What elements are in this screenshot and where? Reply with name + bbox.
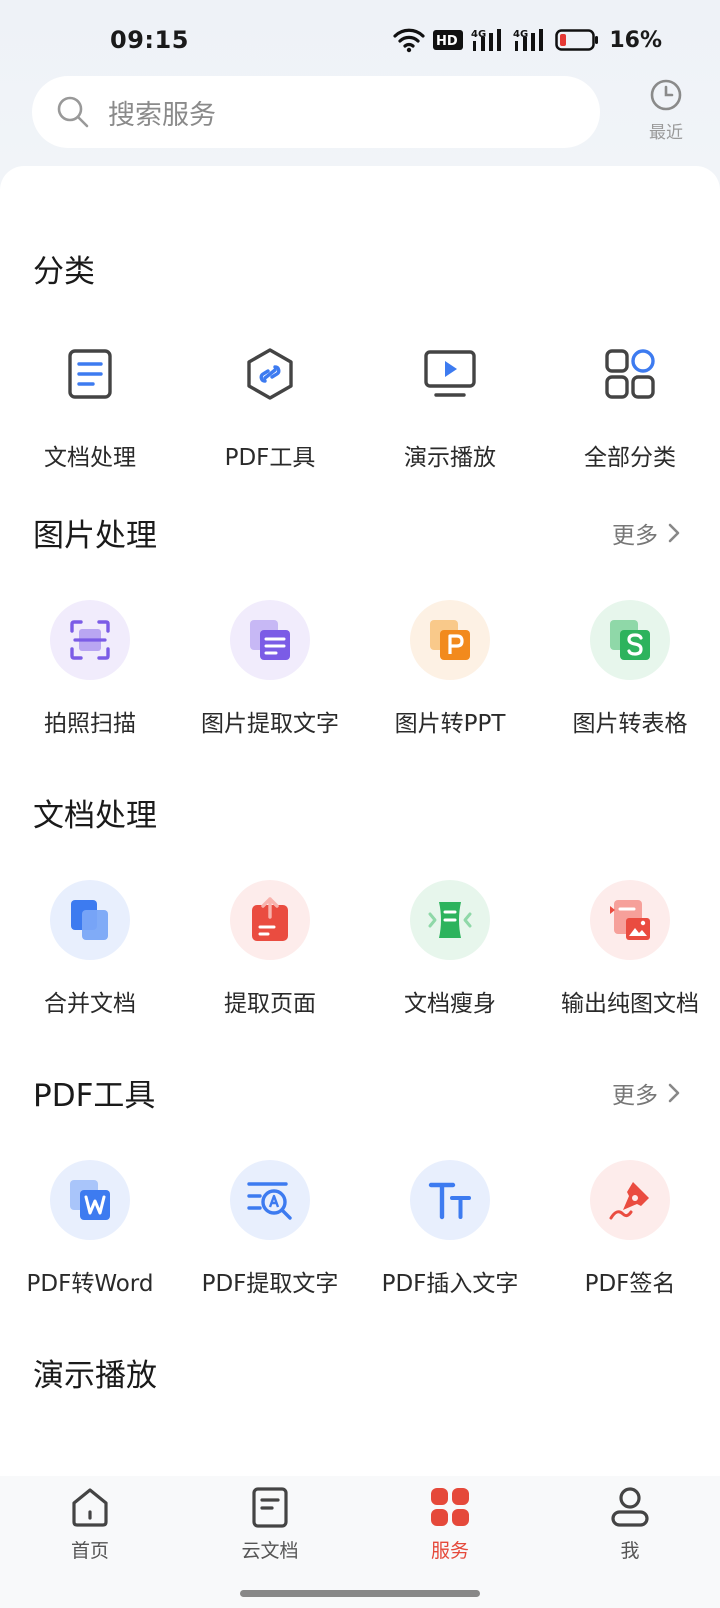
nav-cloud-docs[interactable]: 云文档	[210, 1486, 330, 1563]
tool-output-image-doc[interactable]: 输出纯图文档	[540, 880, 720, 1018]
hd-icon: HD	[433, 30, 464, 50]
category-item-all[interactable]: 全部分类	[540, 334, 720, 472]
document-processing-grid: 合并文档 提取页面 文档瘦身 输出纯图文档	[0, 880, 720, 1018]
svg-text:HD: HD	[436, 34, 458, 49]
search-input[interactable]: 搜索服务	[32, 76, 600, 148]
more-label: 更多	[612, 523, 658, 549]
image-sheet-icon	[590, 600, 670, 680]
item-label: 提取页面	[224, 991, 316, 1017]
section-title-presentation: 演示播放	[33, 1358, 157, 1394]
battery-icon	[555, 29, 599, 51]
tool-merge-docs[interactable]: 合并文档	[0, 880, 180, 1018]
tool-extract-page[interactable]: 提取页面	[180, 880, 360, 1018]
item-label: 全部分类	[584, 445, 676, 471]
pdf-insert-text-icon	[410, 1160, 490, 1240]
tool-image-to-sheet[interactable]: 图片转表格	[540, 600, 720, 738]
category-item-presentation[interactable]: 演示播放	[360, 334, 540, 472]
more-link-image-processing[interactable]: 更多	[612, 516, 680, 550]
item-label: 拍照扫描	[44, 711, 136, 737]
home-indicator[interactable]	[240, 1590, 480, 1597]
image-text-icon	[230, 600, 310, 680]
wifi-icon	[393, 28, 425, 53]
nav-label: 云文档	[241, 1540, 299, 1562]
nav-home[interactable]: 首页	[30, 1486, 150, 1563]
item-label: PDF签名	[584, 1271, 676, 1297]
image-doc-icon	[590, 880, 670, 960]
tool-pdf-to-word[interactable]: PDF转Word	[0, 1160, 180, 1298]
tool-pdf-insert-text[interactable]: PDF插入文字	[360, 1160, 540, 1298]
status-bar: 09:15 HD 4G 4G 16%	[0, 0, 720, 76]
section-title-document-processing: 文档处理	[33, 798, 157, 834]
bottom-nav: 首页 云文档 服务 我	[0, 1476, 720, 1608]
grid-icon	[590, 334, 670, 414]
search-placeholder: 搜索服务	[108, 99, 216, 131]
nav-profile[interactable]: 我	[570, 1486, 690, 1563]
nav-label: 服务	[430, 1540, 469, 1562]
presentation-icon	[410, 334, 490, 414]
clock-icon	[650, 79, 682, 111]
item-label: 图片转PPT	[394, 711, 506, 737]
pdf-sign-icon	[590, 1160, 670, 1240]
category-item-pdf-tools[interactable]: PDF工具	[180, 334, 360, 472]
tool-photo-scan[interactable]: 拍照扫描	[0, 600, 180, 738]
image-processing-grid: 拍照扫描 图片提取文字 图片转PPT 图片转表格	[0, 600, 720, 738]
nav-label: 首页	[70, 1540, 109, 1562]
item-label: 文档处理	[44, 445, 136, 471]
pdf-hexagon-icon	[230, 334, 310, 414]
tool-pdf-sign[interactable]: PDF签名	[540, 1160, 720, 1298]
item-label: 图片提取文字	[201, 711, 339, 737]
item-label: 演示播放	[404, 445, 496, 471]
compress-icon	[410, 880, 490, 960]
item-label: PDF插入文字	[381, 1271, 519, 1297]
tool-pdf-extract-text[interactable]: PDF提取文字	[180, 1160, 360, 1298]
chevron-right-icon	[668, 1083, 680, 1103]
item-label: PDF转Word	[26, 1271, 154, 1297]
status-time: 09:15	[110, 26, 189, 54]
pdf-word-icon	[50, 1160, 130, 1240]
signal-icon-2: 4G	[513, 29, 544, 51]
recent-label: 最近	[649, 123, 683, 143]
document-icon	[50, 334, 130, 414]
home-icon	[72, 1488, 108, 1527]
item-label: 图片转表格	[572, 711, 688, 737]
pdf-extract-text-icon	[230, 1160, 310, 1240]
battery-percentage: 16%	[609, 27, 662, 53]
status-icons: HD 4G 4G 16%	[393, 24, 662, 56]
item-label: 合并文档	[44, 991, 136, 1017]
category-grid: 文档处理 PDF工具 演示播放 全部分类	[0, 334, 720, 472]
section-title-pdf-tools: PDF工具	[33, 1078, 156, 1114]
services-panel: 分类 文档处理 PDF工具 演示播放 全部分类 图片处理 更多 拍照扫描 图片提…	[0, 166, 720, 1476]
scan-icon	[50, 600, 130, 680]
item-label: PDF工具	[224, 445, 316, 471]
signal-icon: 4G	[471, 29, 502, 51]
more-link-pdf-tools[interactable]: 更多	[612, 1076, 680, 1110]
profile-icon	[611, 1487, 649, 1527]
recent-button[interactable]: 最近	[636, 78, 696, 144]
nav-label: 我	[620, 1540, 640, 1562]
section-title-category: 分类	[33, 254, 95, 290]
tool-image-to-text[interactable]: 图片提取文字	[180, 600, 360, 738]
category-item-doc-processing[interactable]: 文档处理	[0, 334, 180, 472]
search-icon	[57, 96, 89, 128]
item-label: 输出纯图文档	[561, 991, 699, 1017]
item-label: PDF提取文字	[201, 1271, 339, 1297]
services-icon	[431, 1488, 469, 1526]
item-label: 文档瘦身	[404, 991, 496, 1017]
section-title-image-processing: 图片处理	[33, 518, 157, 554]
tool-compress-doc[interactable]: 文档瘦身	[360, 880, 540, 1018]
tool-image-to-ppt[interactable]: 图片转PPT	[360, 600, 540, 738]
cloud-doc-icon	[252, 1487, 288, 1528]
merge-icon	[50, 880, 130, 960]
chevron-right-icon	[668, 523, 680, 543]
extract-page-icon	[230, 880, 310, 960]
nav-services[interactable]: 服务	[390, 1486, 510, 1563]
more-label: 更多	[612, 1083, 658, 1109]
image-ppt-icon	[410, 600, 490, 680]
pdf-tools-grid: PDF转Word PDF提取文字 PDF插入文字 PDF签名	[0, 1160, 720, 1298]
